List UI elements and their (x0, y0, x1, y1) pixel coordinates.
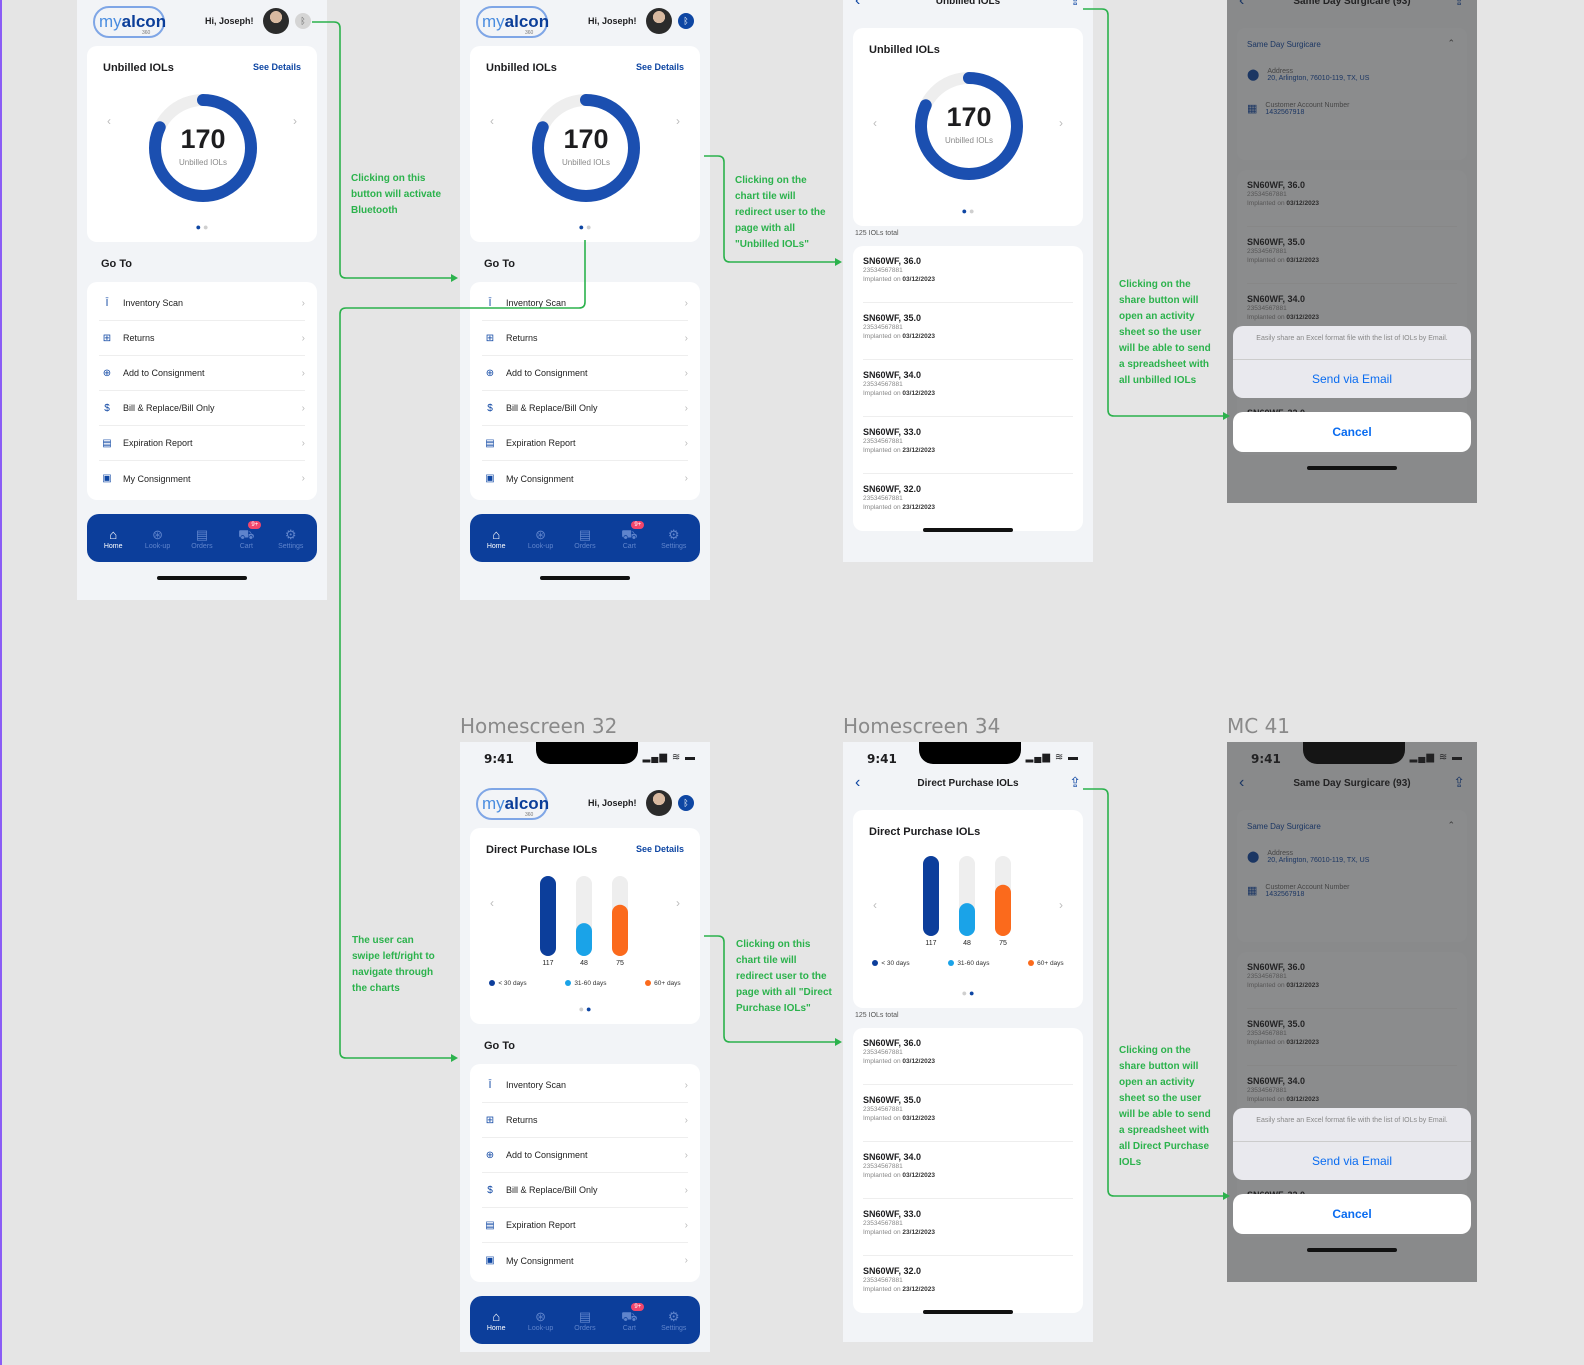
connector-share-direct (1083, 788, 1228, 1197)
connector-unbilled-tile (704, 155, 840, 263)
connector-bluetooth (312, 21, 456, 279)
flow-connectors (312, 8, 1230, 1200)
connector-swipe (339, 240, 586, 1059)
connector-direct-tile (704, 935, 840, 1043)
connector-share-unbilled (1083, 8, 1228, 417)
